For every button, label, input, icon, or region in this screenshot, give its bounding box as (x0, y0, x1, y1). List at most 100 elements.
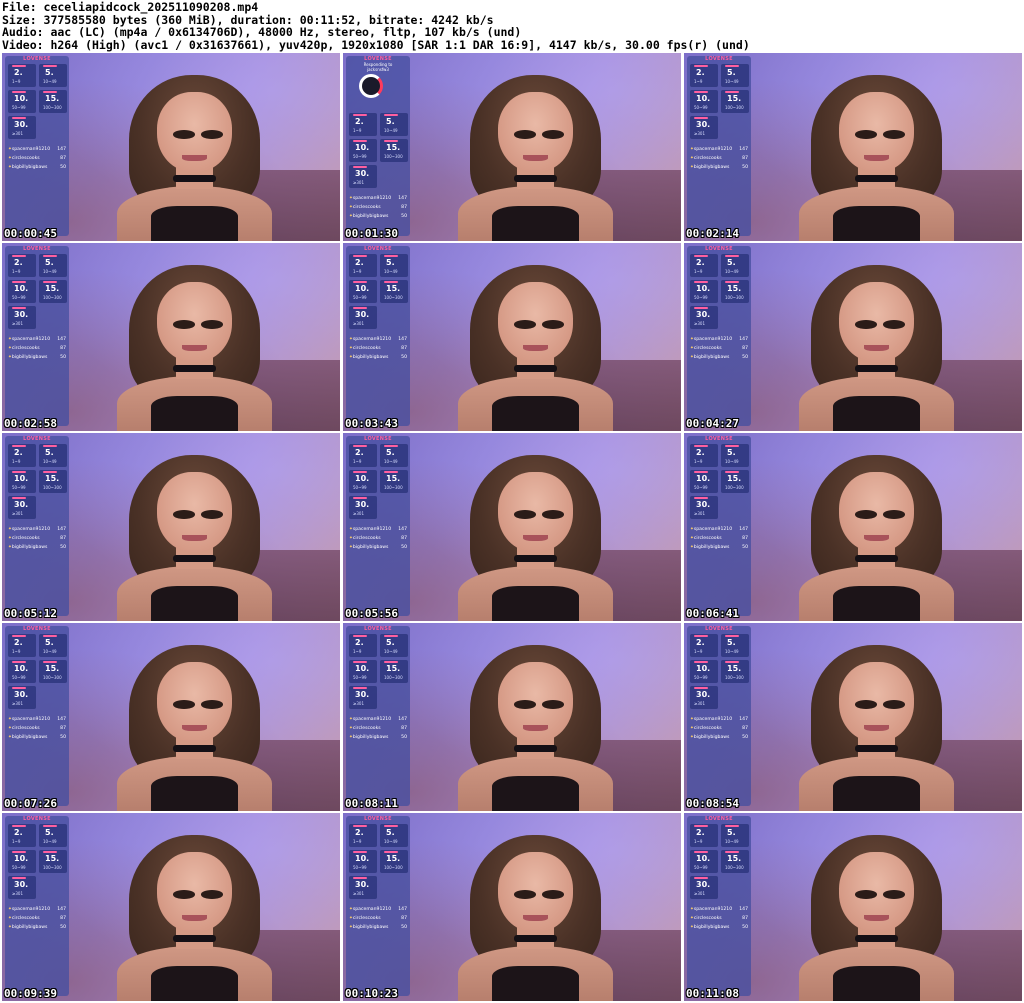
video-thumbnail: LOVENSE Responding to jacksnsfw3 2. 1~9 … (343, 433, 681, 621)
tip-tile: 15. 100~300 (721, 90, 749, 113)
tile-range: 50~99 (694, 675, 708, 680)
leader-row: bigbillybigbaws 50 (349, 543, 407, 552)
video-thumbnail: LOVENSE Responding to jacksnsfw3 2. 1~9 … (2, 813, 340, 1001)
tile-tag (694, 661, 708, 663)
tile-value: 30. (355, 310, 370, 319)
mouth (182, 724, 208, 732)
tile-value: 2. (14, 258, 23, 267)
tip-menu-overlay: LOVENSE Responding to jacksnsfw3 2. 1~9 … (5, 626, 69, 806)
leader-score: 50 (60, 925, 66, 930)
choker (854, 175, 899, 183)
tile-value: 2. (14, 828, 23, 837)
timestamp-label: 00:02:58 (4, 417, 57, 430)
video-thumbnail: LOVENSE Responding to jacksnsfw3 2. 1~9 … (343, 243, 681, 431)
tip-tile: 15. 100~300 (39, 280, 67, 303)
video-thumbnail: LOVENSE Responding to jacksnsfw3 2. 1~9 … (343, 813, 681, 1001)
clothing-top (492, 776, 580, 811)
leader-score: 147 (739, 337, 748, 342)
tile-value: 10. (355, 664, 370, 673)
leader-name: bigbillybigbaws (8, 733, 48, 742)
tile-value: 30. (14, 120, 29, 129)
left-eye (854, 130, 877, 139)
leader-name: circlescooks (8, 724, 40, 733)
mouth (523, 914, 549, 922)
leader-name: circlescooks (8, 534, 40, 543)
tip-tile: 30. ≥301 (349, 876, 377, 899)
leader-name: spaceman91210 (8, 525, 50, 534)
leader-score: 50 (742, 165, 748, 170)
leader-score: 50 (742, 735, 748, 740)
clothing-top (833, 206, 921, 241)
top-tippers-list: spaceman91210 147 circlescooks 87 bigbil… (8, 525, 69, 552)
tip-tiles: 2. 1~9 5. 10~49 10. 50~99 15. 100~300 30… (8, 634, 67, 709)
top-tippers-list: spaceman91210 147 circlescooks 87 bigbil… (690, 525, 751, 552)
tip-tile: 15. 100~300 (380, 850, 408, 873)
tile-range: ≥301 (353, 180, 364, 185)
tip-tile: 5. 10~49 (721, 444, 749, 467)
left-eye (854, 700, 877, 709)
tip-tile: 2. 1~9 (8, 634, 36, 657)
tip-tiles: 2. 1~9 5. 10~49 10. 50~99 15. 100~300 30… (690, 254, 749, 329)
clothing-top (492, 966, 580, 1001)
tile-range: 50~99 (694, 485, 708, 490)
right-eye (541, 890, 564, 899)
tile-value: 5. (727, 448, 736, 457)
tile-range: 1~9 (12, 649, 21, 654)
leader-row: bigbillybigbaws 50 (8, 543, 66, 552)
tip-tile: 30. ≥301 (690, 116, 718, 139)
tile-range: 10~49 (725, 79, 739, 84)
tip-tile: 30. ≥301 (349, 306, 377, 329)
leader-score: 87 (401, 205, 407, 210)
leader-name: spaceman91210 (690, 905, 732, 914)
tile-range: 10~49 (725, 459, 739, 464)
overlay-title: LOVENSE (705, 436, 733, 442)
tile-range: 50~99 (353, 154, 367, 159)
tile-tag (353, 661, 367, 663)
leader-row: circlescooks 87 (8, 154, 66, 163)
tile-value: 5. (386, 117, 395, 126)
leader-row: spaceman91210 147 (8, 905, 66, 914)
responding-label: Responding to jacksnsfw3 (348, 62, 408, 72)
tile-value: 15. (386, 664, 401, 673)
tip-tiles: 2. 1~9 5. 10~49 10. 50~99 15. 100~300 30… (349, 254, 408, 329)
tip-tile: 30. ≥301 (349, 686, 377, 709)
choker (513, 365, 558, 373)
tip-tile: 15. 100~300 (380, 280, 408, 303)
leader-name: bigbillybigbaws (349, 733, 389, 742)
leader-row: spaceman91210 147 (349, 335, 407, 344)
leader-score: 50 (60, 355, 66, 360)
leader-name: bigbillybigbaws (8, 923, 48, 932)
leader-score: 87 (742, 536, 748, 541)
tile-tag (353, 281, 367, 283)
leader-row: circlescooks 87 (690, 344, 748, 353)
leader-name: bigbillybigbaws (690, 543, 730, 552)
tile-tag (725, 445, 739, 447)
tile-value: 10. (14, 854, 29, 863)
tile-range: 50~99 (694, 865, 708, 870)
leader-row: circlescooks 87 (8, 344, 66, 353)
leader-score: 147 (739, 717, 748, 722)
leader-score: 87 (401, 346, 407, 351)
tip-tile: 10. 50~99 (690, 660, 718, 683)
leader-name: bigbillybigbaws (349, 353, 389, 362)
tile-value: 15. (386, 284, 401, 293)
leader-score: 87 (60, 726, 66, 731)
top-tippers-list: spaceman91210 147 circlescooks 87 bigbil… (349, 525, 410, 552)
person-figure (798, 828, 955, 1001)
tile-value: 15. (727, 94, 742, 103)
leader-score: 50 (742, 355, 748, 360)
leader-row: bigbillybigbaws 50 (349, 353, 407, 362)
timestamp-label: 00:00:45 (4, 227, 57, 240)
leader-name: bigbillybigbaws (349, 212, 389, 221)
timestamp-label: 00:04:27 (686, 417, 739, 430)
top-tippers-list: spaceman91210 147 circlescooks 87 bigbil… (690, 335, 751, 362)
tip-tiles: 2. 1~9 5. 10~49 10. 50~99 15. 100~300 30… (349, 113, 408, 188)
tile-range: 10~49 (43, 269, 57, 274)
leader-score: 50 (401, 214, 407, 219)
person-figure (116, 68, 273, 241)
leader-score: 147 (57, 717, 66, 722)
overlay-title: LOVENSE (23, 626, 51, 632)
tip-tile: 5. 10~49 (39, 634, 67, 657)
tile-range: 100~300 (43, 295, 62, 300)
tip-tile: 30. ≥301 (690, 306, 718, 329)
